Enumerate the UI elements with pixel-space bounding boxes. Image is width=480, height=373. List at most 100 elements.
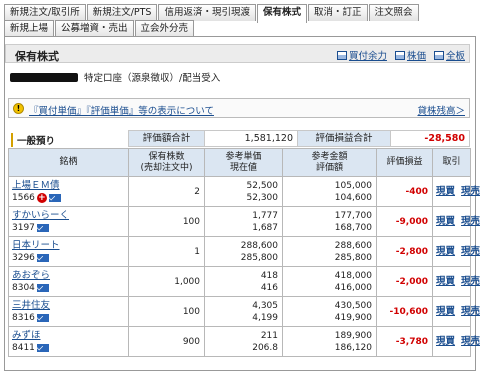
- ref-amount: 177,700: [334, 210, 372, 221]
- mail-icon[interactable]: [36, 253, 49, 262]
- col-header-price: 参考単価 現在値: [204, 148, 283, 177]
- spot-sell-link[interactable]: 現売: [461, 186, 480, 197]
- table-row: みずほ 8411 900 211 206.8 189,900 186,120 -3,780 現買…: [8, 326, 480, 357]
- col-header-trade: 取引: [432, 148, 471, 177]
- trade-cell: 現買 現売: [432, 236, 480, 267]
- qty-cell: 900: [128, 326, 205, 357]
- trade-cell: 現買 現売: [432, 296, 480, 327]
- mail-icon[interactable]: [36, 343, 49, 352]
- current-price: 4,199: [252, 312, 278, 323]
- pl-cell: -3,780: [376, 326, 433, 357]
- current-price: 1,687: [252, 222, 278, 233]
- tab-new-order-exchange[interactable]: 新規注文/取引所: [4, 4, 86, 21]
- valuation-amount: 285,800: [334, 252, 372, 263]
- spot-sell-link[interactable]: 現売: [461, 246, 480, 257]
- spot-buy-link[interactable]: 現買: [436, 186, 455, 197]
- qty-cell: 2: [128, 176, 205, 207]
- buying-power-link[interactable]: 買付余力: [336, 48, 387, 62]
- window-icon: [394, 50, 405, 60]
- stock-cell: 上場ＥＭ債 1566 +: [8, 176, 129, 207]
- qty-cell: 100: [128, 296, 205, 327]
- warning-icon: !: [13, 103, 24, 114]
- display-notice-link[interactable]: 『買付単価』『評価単価』等の表示について: [29, 103, 214, 117]
- current-price: 206.8: [252, 342, 278, 353]
- tab-order-inquiry[interactable]: 注文照会: [368, 4, 419, 21]
- notice-bar: ! 『買付単価』『評価単価』等の表示について 貸株残高＞: [8, 98, 470, 118]
- stock-name-link[interactable]: 上場ＥＭ債: [12, 180, 60, 191]
- table-header-row: 銘柄 保有株数 (売却注文中) 参考単価 現在値 参考金額 評価額 評価損益 取…: [8, 148, 471, 177]
- pl-cell: -400: [376, 176, 433, 207]
- valuation-amount: 186,120: [334, 342, 372, 353]
- tab-off-floor[interactable]: 立会外分売: [134, 20, 195, 36]
- tab-bar-secondary: 新規上場 公募増資・売出 立会外分売: [4, 20, 195, 36]
- valuation-amount: 416,000: [334, 282, 372, 293]
- pl-cell: -2,000: [376, 266, 433, 297]
- amount-cell: 189,900 186,120: [282, 326, 377, 357]
- stock-price-link[interactable]: 株価: [394, 48, 426, 62]
- tab-bar-primary: 新規注文/取引所 新規注文/PTS 信用返済・現引現渡 保有株式 取消・訂正 注…: [4, 4, 420, 23]
- price-cell: 52,500 52,300: [204, 176, 283, 207]
- window-icon: [336, 50, 347, 60]
- stock-lending-link[interactable]: 貸株残高＞: [417, 103, 465, 117]
- mail-icon[interactable]: [36, 283, 49, 292]
- stock-cell: すかいらーく 3197: [8, 206, 129, 237]
- pl-cell: -2,800: [376, 236, 433, 267]
- window-icon: [433, 50, 444, 60]
- col-header-name: 銘柄: [8, 148, 129, 177]
- price-cell: 4,305 4,199: [204, 296, 283, 327]
- ref-amount: 418,000: [334, 270, 372, 281]
- amount-cell: 105,000 104,600: [282, 176, 377, 207]
- spot-sell-link[interactable]: 現売: [461, 276, 480, 287]
- stock-name-link[interactable]: 日本リート: [12, 240, 60, 251]
- pl-total-value: -28,580: [390, 130, 470, 147]
- col-header-qty: 保有株数 (売却注文中): [128, 148, 205, 177]
- ref-price: 4,305: [252, 300, 278, 311]
- valuation-amount: 104,600: [334, 192, 372, 203]
- account-type: 特定口座（源泉徴収）/配当受入: [84, 73, 221, 84]
- spot-buy-link[interactable]: 現買: [436, 276, 455, 287]
- plus-icon[interactable]: +: [36, 192, 47, 203]
- valuation-total-label: 評価額合計: [128, 130, 205, 147]
- ref-amount: 430,500: [334, 300, 372, 311]
- tab-new-order-pts[interactable]: 新規注文/PTS: [86, 4, 158, 21]
- col-header-pl: 評価損益: [376, 148, 433, 177]
- pl-cell: -10,600: [376, 296, 433, 327]
- tab-po[interactable]: 公募増資・売出: [55, 20, 134, 36]
- price-cell: 1,777 1,687: [204, 206, 283, 237]
- spot-sell-link[interactable]: 現売: [461, 336, 480, 347]
- full-board-link[interactable]: 全板: [433, 48, 465, 62]
- stock-code: 8411: [12, 342, 35, 353]
- ref-amount: 105,000: [334, 180, 372, 191]
- tab-ipo[interactable]: 新規上場: [4, 20, 55, 36]
- tab-margin-settlement[interactable]: 信用返済・現引現渡: [158, 4, 256, 21]
- stock-code: 1566: [12, 192, 35, 203]
- ref-price: 288,600: [240, 240, 278, 251]
- qty-cell: 1,000: [128, 266, 205, 297]
- stock-cell: 三井住友 8316: [8, 296, 129, 327]
- buying-power-label: 買付余力: [348, 51, 387, 62]
- mail-icon[interactable]: [36, 223, 49, 232]
- spot-buy-link[interactable]: 現買: [436, 306, 455, 317]
- spot-buy-link[interactable]: 現買: [436, 216, 455, 227]
- summary-row: 一般預り 評価額合計 1,581,120 評価損益合計 -28,580: [8, 130, 470, 147]
- tab-cancel-correct[interactable]: 取消・訂正: [308, 4, 368, 21]
- spot-buy-link[interactable]: 現買: [436, 336, 455, 347]
- redacted-account-name: [10, 72, 78, 82]
- tab-holdings[interactable]: 保有株式: [256, 4, 307, 23]
- ref-amount: 288,600: [334, 240, 372, 251]
- stock-name-link[interactable]: あおぞら: [12, 270, 50, 281]
- spot-buy-link[interactable]: 現買: [436, 246, 455, 257]
- price-cell: 288,600 285,800: [204, 236, 283, 267]
- stock-name-link[interactable]: みずほ: [12, 330, 41, 341]
- holdings-table: 銘柄 保有株数 (売却注文中) 参考単価 現在値 参考金額 評価額 評価損益 取…: [8, 148, 480, 357]
- header-links: 買付余力 株価 全板: [336, 48, 465, 62]
- stock-name-link[interactable]: 三井住友: [12, 300, 50, 311]
- mail-icon[interactable]: [36, 313, 49, 322]
- table-row: 日本リート 3296 1 288,600 285,800 288,600 285,800 -2…: [8, 236, 480, 267]
- spot-sell-link[interactable]: 現売: [461, 216, 480, 227]
- spot-sell-link[interactable]: 現売: [461, 306, 480, 317]
- valuation-total-value: 1,581,120: [204, 130, 298, 147]
- trade-cell: 現買 現売: [432, 326, 480, 357]
- mail-icon[interactable]: [48, 193, 61, 202]
- stock-name-link[interactable]: すかいらーく: [12, 210, 69, 221]
